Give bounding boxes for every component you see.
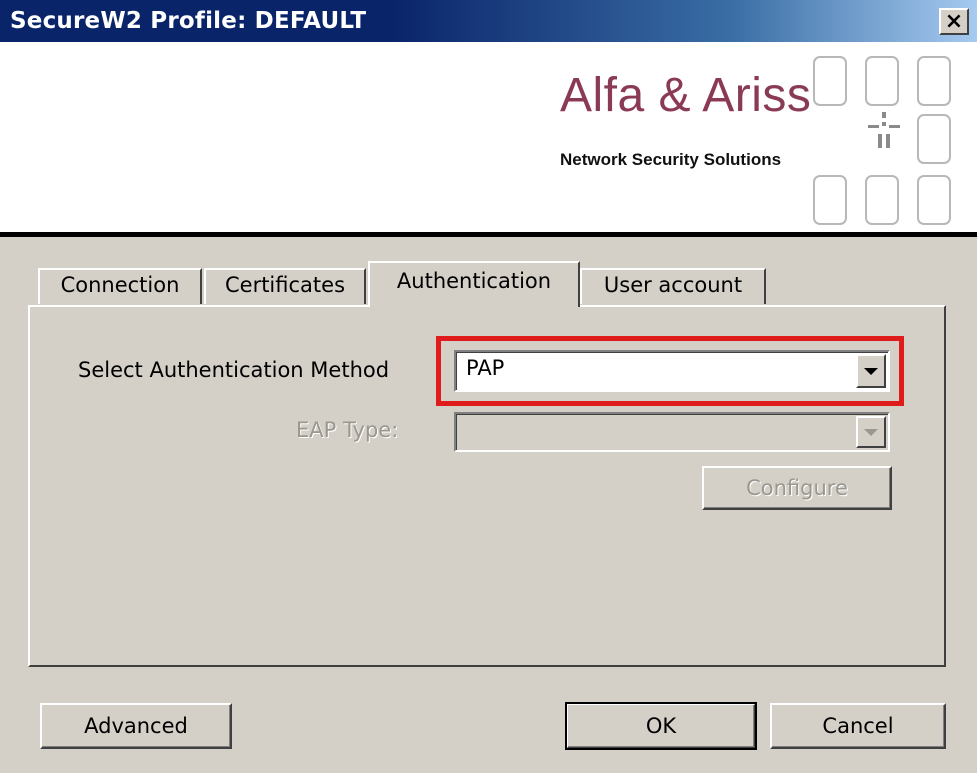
- chevron-down-icon: [864, 428, 878, 436]
- close-icon: ×: [944, 8, 964, 34]
- cancel-button-label: Cancel: [822, 714, 894, 738]
- tab-label: User account: [603, 273, 743, 297]
- logo-box: [813, 175, 847, 225]
- logo-box: [865, 175, 899, 225]
- dropdown-button[interactable]: [856, 416, 886, 448]
- logo-box: [917, 56, 951, 106]
- banner-divider: [0, 232, 977, 237]
- eap-type-select[interactable]: [454, 412, 890, 452]
- configure-button[interactable]: Configure: [702, 466, 892, 510]
- logo-box: [813, 56, 847, 106]
- highlight-box: [436, 336, 904, 406]
- logo-box: [917, 175, 951, 225]
- title-bar[interactable]: SecureW2 Profile: DEFAULT ×: [0, 0, 977, 42]
- configure-button-label: Configure: [746, 476, 848, 500]
- tab-certificates[interactable]: Certificates: [204, 268, 366, 304]
- tab-label: Authentication: [396, 269, 552, 293]
- logo-name: Alfa & Ariss: [560, 69, 812, 122]
- close-button[interactable]: ×: [939, 8, 969, 35]
- authentication-method-label: Select Authentication Method: [78, 358, 390, 382]
- tab-authentication[interactable]: Authentication: [368, 261, 580, 307]
- logo-box: [917, 114, 951, 164]
- advanced-button[interactable]: Advanced: [40, 703, 232, 749]
- tab-connection[interactable]: Connection: [38, 268, 202, 304]
- window-title: SecureW2 Profile: DEFAULT: [10, 8, 367, 34]
- ok-button[interactable]: OK: [565, 702, 757, 750]
- advanced-button-label: Advanced: [84, 714, 188, 738]
- tab-user-account[interactable]: User account: [580, 268, 766, 304]
- cancel-button[interactable]: Cancel: [770, 703, 946, 749]
- dialog-window: SecureW2 Profile: DEFAULT × Alfa & Ariss…: [0, 0, 977, 773]
- tab-label: Connection: [60, 273, 180, 297]
- alfa-ariss-logo-icon: [868, 112, 900, 148]
- logo-box: [865, 56, 899, 106]
- tab-label: Certificates: [224, 273, 346, 297]
- logo-tagline: Network Security Solutions: [560, 150, 782, 169]
- ok-button-label: OK: [645, 714, 677, 738]
- eap-type-label: EAP Type:: [296, 418, 399, 442]
